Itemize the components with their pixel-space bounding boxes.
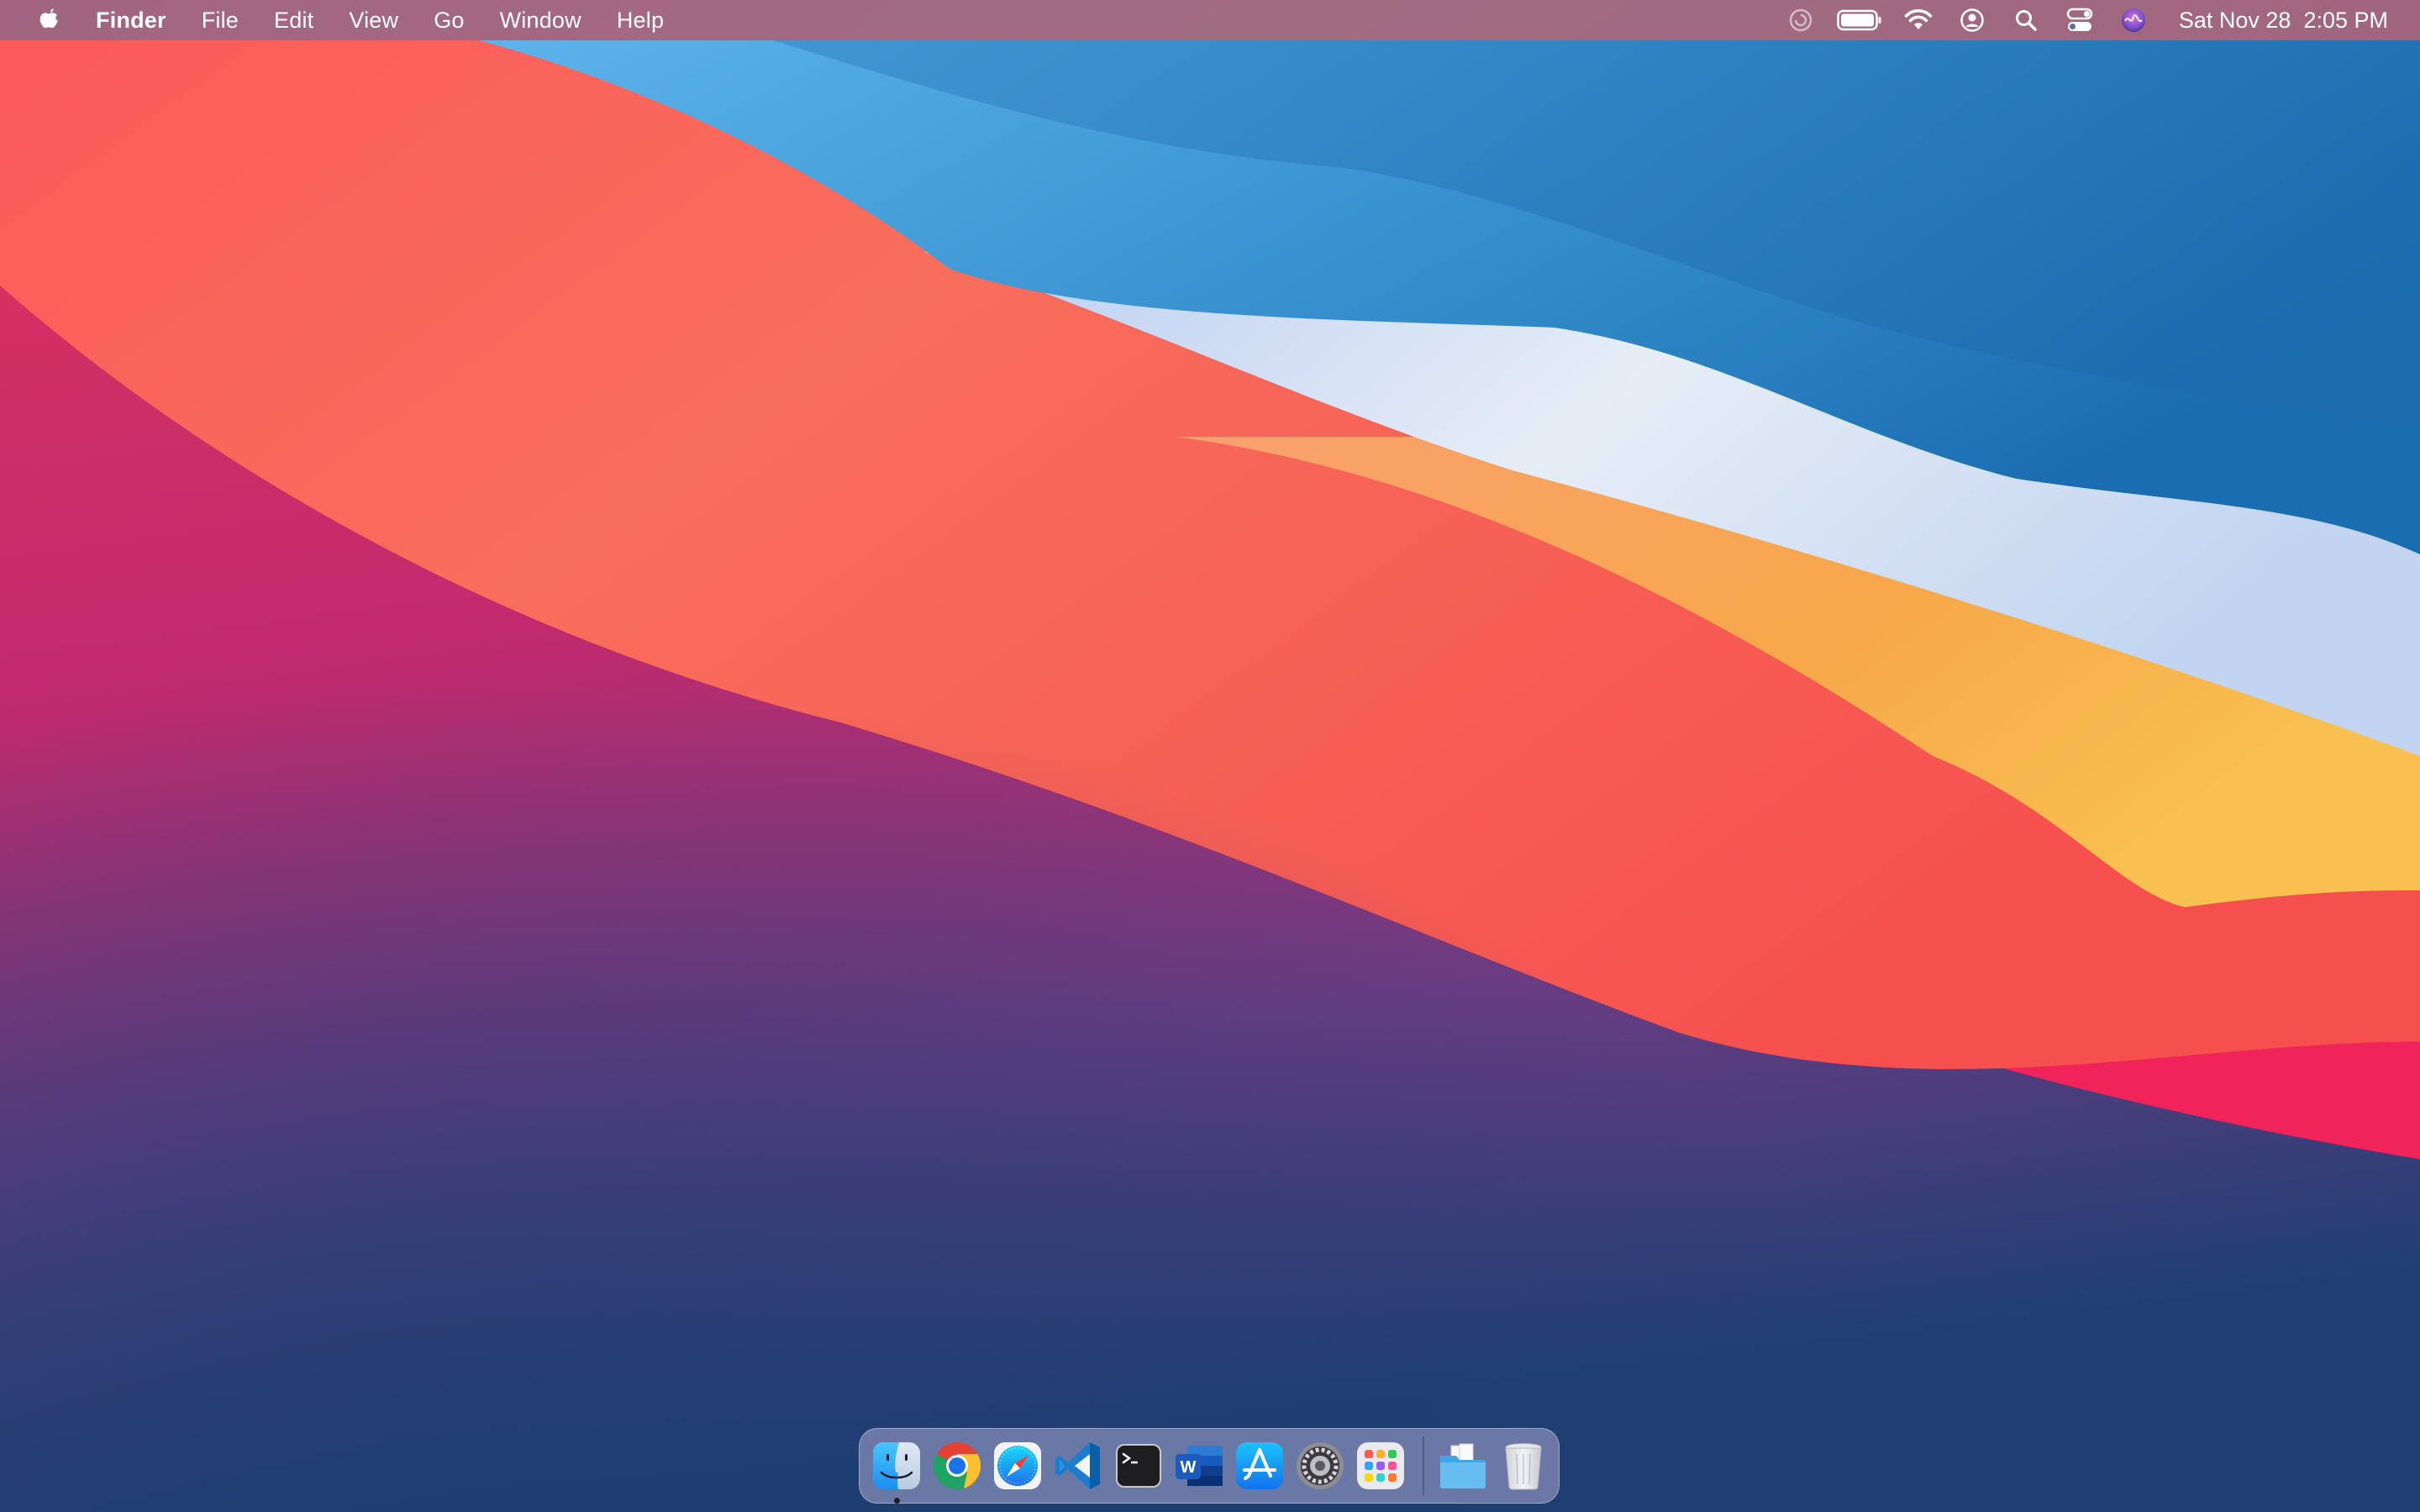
finder-icon <box>873 1442 920 1489</box>
menu-view[interactable]: View <box>349 8 398 34</box>
dock-app-store[interactable] <box>1233 1439 1286 1493</box>
wifi-icon[interactable] <box>1900 0 1937 40</box>
downloads-folder-icon <box>1440 1443 1486 1488</box>
dock-safari[interactable] <box>991 1439 1044 1493</box>
dock-separator <box>1423 1436 1424 1495</box>
menu-bar-left: Finder File Edit View Go Window Help <box>0 0 699 40</box>
apple-logo-icon[interactable] <box>32 0 66 40</box>
svg-text:W: W <box>1181 1458 1197 1477</box>
trash-icon <box>1505 1443 1542 1490</box>
battery-icon[interactable] <box>1836 0 1883 40</box>
running-indicator <box>894 1498 900 1504</box>
spotlight-search-icon[interactable] <box>2007 0 2044 40</box>
launchpad-icon <box>1357 1442 1404 1489</box>
dock-vscode[interactable] <box>1051 1439 1105 1493</box>
menu-edit[interactable]: Edit <box>274 8 313 34</box>
menu-window[interactable]: Window <box>500 8 581 34</box>
word-icon: W <box>1176 1446 1223 1486</box>
dock: W <box>859 1428 1560 1504</box>
dock-launchpad[interactable] <box>1354 1439 1407 1493</box>
menu-bar: Finder File Edit View Go Window Help Sat… <box>0 0 2420 40</box>
menu-clock[interactable]: Sat Nov 28 2:05 PM <box>2179 8 2388 34</box>
terminal-icon <box>1116 1444 1161 1488</box>
system-preferences-icon <box>1297 1442 1344 1489</box>
menu-bar-right: Sat Nov 28 2:05 PM <box>1765 0 2420 40</box>
dock-trash[interactable] <box>1497 1439 1550 1493</box>
control-center-icon[interactable] <box>2061 0 2098 40</box>
menu-app-name[interactable]: Finder <box>96 8 166 34</box>
dock-system-preferences[interactable] <box>1293 1439 1347 1493</box>
dock-downloads-folder[interactable] <box>1436 1439 1490 1493</box>
dock-chrome[interactable] <box>930 1439 984 1493</box>
menu-help[interactable]: Help <box>617 8 664 34</box>
chrome-icon <box>934 1442 981 1489</box>
desktop-wallpaper[interactable] <box>0 0 2420 1512</box>
vscode-icon <box>1055 1442 1100 1489</box>
menu-go[interactable]: Go <box>434 8 464 34</box>
menu-file[interactable]: File <box>202 8 239 34</box>
siri-icon[interactable] <box>2115 0 2152 40</box>
safari-icon <box>994 1442 1041 1489</box>
dock-word[interactable]: W <box>1172 1439 1226 1493</box>
user-account-icon[interactable] <box>1954 0 1991 40</box>
dock-finder[interactable] <box>870 1439 923 1504</box>
app-store-icon <box>1236 1442 1283 1489</box>
dock-terminal[interactable] <box>1112 1439 1165 1493</box>
focus-moon-icon[interactable] <box>1782 0 1819 40</box>
